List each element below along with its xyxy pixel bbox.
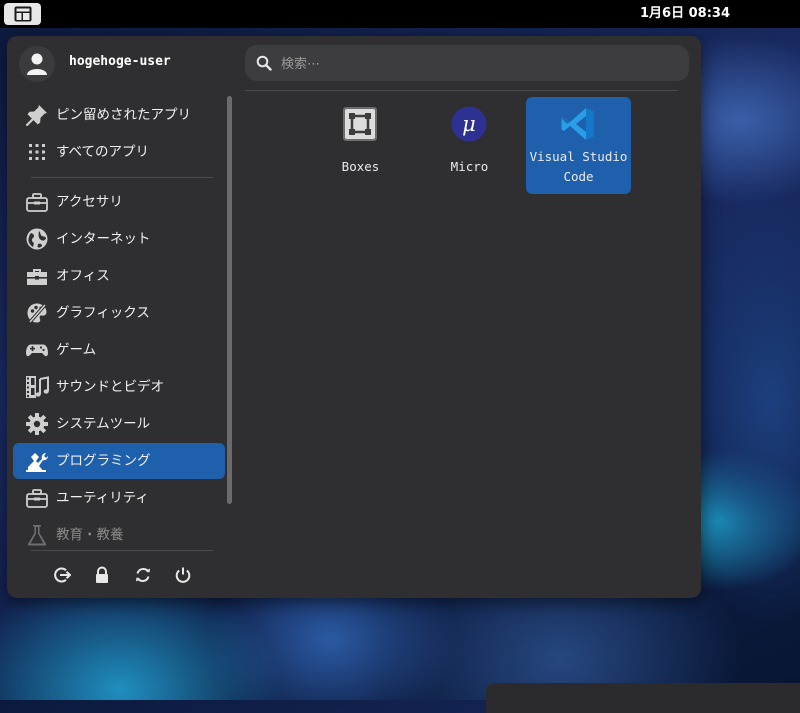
app-label: Micro (450, 159, 489, 174)
svg-text:μ: μ (462, 112, 476, 136)
sidebar-item-sound-video[interactable]: サウンドとビデオ (13, 369, 225, 405)
activities-icon (14, 6, 32, 22)
sidebar-divider (31, 550, 213, 551)
sidebar-item-all-apps[interactable]: すべてのアプリ (13, 134, 225, 170)
sidebar-item-system-tools[interactable]: システムツール (13, 406, 225, 442)
toolbox-icon (26, 193, 48, 212)
vscode-icon (561, 108, 594, 140)
gamepad-icon (26, 344, 48, 357)
sidebar-item-label: すべてのアプリ (56, 144, 150, 160)
sidebar-item-graphics[interactable]: グラフィックス (13, 295, 225, 331)
user-avatar[interactable] (19, 46, 55, 82)
globe-icon (26, 228, 48, 250)
app-label: Boxes (341, 159, 380, 174)
sidebar-item-label: サウンドとビデオ (56, 379, 164, 395)
sidebar-item-pinned-apps[interactable]: ピン留めされたアプリ (13, 97, 225, 133)
sidebar-item-office[interactable]: オフィス (13, 258, 225, 294)
sidebar-item-label: プログラミング (56, 453, 151, 469)
sidebar-item-games[interactable]: ゲーム (13, 332, 225, 368)
application-menu: hogehoge-user ピン留めされたアプリ すべてのアプリ (7, 36, 701, 598)
sidebar-item-accessories[interactable]: アクセサリ (13, 184, 225, 220)
film-music-icon (26, 376, 49, 398)
lock-button[interactable] (91, 564, 113, 586)
toolbox-icon (26, 489, 48, 508)
pin-icon (25, 105, 47, 127)
logout-button[interactable] (51, 564, 73, 586)
search-icon (256, 55, 272, 71)
sidebar-item-label: インターネット (56, 231, 151, 247)
sidebar-item-label: グラフィックス (56, 305, 150, 321)
sidebar-item-label: 教育・教養 (56, 527, 124, 543)
sidebar-item-education[interactable]: 教育・教養 (13, 517, 225, 553)
user-icon (27, 53, 47, 75)
sidebar-item-label: システムツール (56, 416, 151, 432)
app-tile-vscode[interactable]: Visual Studio Code (526, 97, 631, 194)
app-tile-boxes[interactable]: Boxes (308, 97, 413, 194)
sidebar-item-label: ユーティリティ (56, 490, 149, 506)
briefcase-icon (27, 269, 47, 285)
sidebar-item-internet[interactable]: インターネット (13, 221, 225, 257)
clock[interactable]: 1月6日 08:34 (630, 0, 740, 28)
app-tile-micro[interactable]: μ Micro (417, 97, 522, 194)
sidebar-item-programming[interactable]: プログラミング (13, 443, 225, 479)
activities-button[interactable] (4, 3, 41, 25)
sidebar-item-label: ゲーム (56, 342, 97, 358)
sidebar-item-label: オフィス (56, 268, 110, 284)
sidebar-scrollbar[interactable] (227, 96, 232, 504)
background-window[interactable] (486, 683, 800, 713)
search-box[interactable] (245, 45, 689, 81)
divider (245, 90, 677, 91)
micro-icon: μ (451, 106, 487, 142)
palette-icon (27, 303, 47, 324)
restart-icon (136, 568, 150, 582)
gear-icon (26, 413, 48, 435)
user-name[interactable]: hogehoge-user (69, 54, 171, 69)
restart-button[interactable] (132, 564, 154, 586)
search-input[interactable] (279, 52, 663, 76)
sidebar-item-label: アクセサリ (56, 194, 123, 210)
sidebar-divider (31, 177, 213, 178)
app-label: Visual Studio (529, 149, 628, 164)
grid-icon (29, 144, 45, 160)
sidebar-item-utilities[interactable]: ユーティリティ (13, 480, 225, 516)
lock-icon (96, 566, 108, 583)
sidebar-item-label: ピン留めされたアプリ (56, 107, 191, 123)
power-button[interactable] (172, 564, 194, 586)
logout-icon (54, 567, 71, 583)
flask-icon (28, 525, 46, 546)
boxes-icon (343, 107, 377, 141)
power-icon (175, 567, 191, 583)
app-label: Code (563, 169, 594, 184)
programming-icon (26, 453, 48, 472)
top-bar: 1月6日 08:34 (0, 0, 800, 28)
